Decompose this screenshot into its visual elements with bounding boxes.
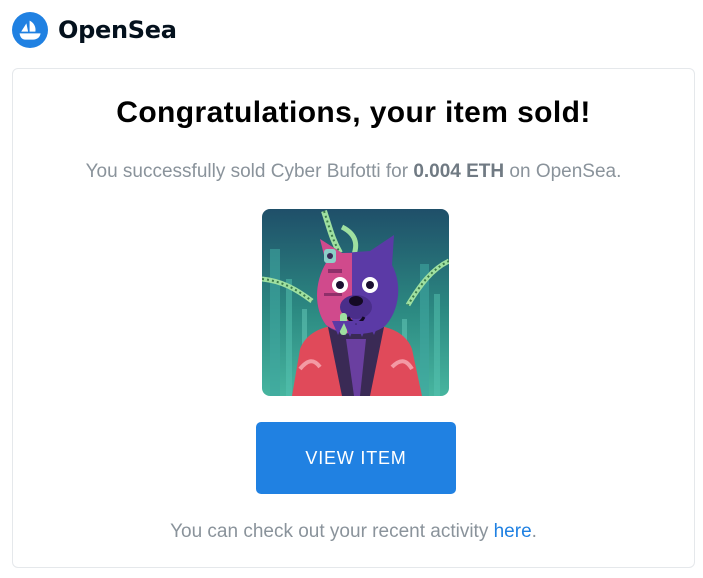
recent-activity-link[interactable]: here — [494, 521, 532, 542]
sale-price: 0.004 ETH — [413, 161, 505, 182]
recent-activity-period: . — [531, 521, 537, 542]
nft-artwork-image[interactable] — [262, 209, 449, 396]
sale-notification-card: Congratulations, your item sold! You suc… — [12, 68, 695, 568]
brand-name[interactable]: OpenSea — [58, 16, 177, 44]
sale-message: You successfully sold Cyber Bufotti for … — [13, 161, 694, 183]
view-item-button[interactable]: VIEW ITEM — [256, 422, 456, 494]
recent-activity-text: You can check out your recent activity — [170, 521, 494, 542]
recent-activity-note: You can check out your recent activity h… — [13, 521, 694, 543]
sale-message-suffix: on OpenSea. — [504, 161, 622, 182]
opensea-logo-icon[interactable] — [12, 12, 48, 48]
sale-message-prefix: You successfully sold Cyber Bufotti for — [85, 161, 414, 182]
email-header: OpenSea — [12, 12, 177, 48]
email-title: Congratulations, your item sold! — [116, 96, 591, 129]
